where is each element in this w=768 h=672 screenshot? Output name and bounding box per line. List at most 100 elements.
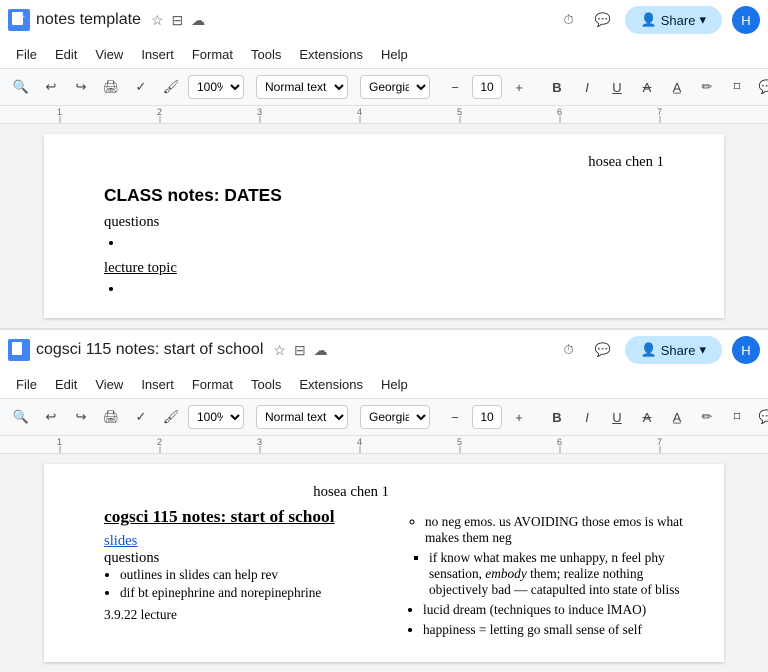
font-size-input-1[interactable] <box>472 75 502 99</box>
doc-area-2: hosea chen 1 cogsci 115 notes: start of … <box>0 454 768 672</box>
menu-edit-2[interactable]: Edit <box>47 373 85 396</box>
font-size-decrease-2[interactable]: − <box>442 404 468 430</box>
doc-icon-2 <box>8 339 30 361</box>
menu-help-1[interactable]: Help <box>373 43 416 66</box>
paint-btn-1[interactable]: 🖌 <box>158 74 184 100</box>
italic-btn-2[interactable]: I <box>574 404 600 430</box>
right-item-2: if know what makes me unhappy, n feel ph… <box>429 550 694 598</box>
style-select-2[interactable]: Normal text <box>256 405 348 429</box>
spell-btn-2[interactable]: ✓ <box>128 404 154 430</box>
print-btn-2[interactable]: 🖨 <box>98 404 124 430</box>
menu-file-1[interactable]: File <box>8 43 45 66</box>
svg-text:1: 1 <box>57 107 62 117</box>
lecture-label-2: 3.9.22 lecture <box>104 607 389 623</box>
right-subbullets: if know what makes me unhappy, n feel ph… <box>409 550 694 598</box>
menu-format-1[interactable]: Format <box>184 43 241 66</box>
strikethrough-btn-2[interactable]: A <box>634 404 660 430</box>
highlight-btn-2[interactable]: A̲ <box>664 404 690 430</box>
comment-icon-2[interactable]: 💬 <box>591 338 615 362</box>
undo-btn-2[interactable]: ↩ <box>38 404 64 430</box>
font-select-1[interactable]: Georgia <box>360 75 430 99</box>
color-btn-1[interactable]: ✏ <box>694 74 720 100</box>
star-icon-1[interactable]: ☆ <box>151 12 164 29</box>
redo-btn-1[interactable]: ↪ <box>68 74 94 100</box>
questions-label-2: questions <box>104 550 389 567</box>
share-button-1[interactable]: 👤 Share ▾ <box>625 6 722 34</box>
slides-link[interactable]: slides <box>104 533 389 550</box>
menu-edit-1[interactable]: Edit <box>47 43 85 66</box>
cloud-icon-1[interactable]: ☁ <box>191 12 205 29</box>
menu-extensions-2[interactable]: Extensions <box>291 373 371 396</box>
history-icon-1[interactable]: ⏱ <box>557 8 581 32</box>
svg-text:3: 3 <box>257 437 262 447</box>
print-btn-1[interactable]: 🖨 <box>98 74 124 100</box>
underline-btn-2[interactable]: U <box>604 404 630 430</box>
link-btn-2[interactable]: ⌑ <box>724 404 750 430</box>
questions-bullets-1 <box>104 235 664 252</box>
spell-btn-1[interactable]: ✓ <box>128 74 154 100</box>
bold-btn-2[interactable]: B <box>544 404 570 430</box>
doc-title-2: cogsci 115 notes: start of school <box>36 341 263 359</box>
avatar-2[interactable]: H <box>732 336 760 364</box>
svg-text:3: 3 <box>257 107 262 117</box>
menu-format-2[interactable]: Format <box>184 373 241 396</box>
share-button-2[interactable]: 👤 Share ▾ <box>625 336 722 364</box>
paint-btn-2[interactable]: 🖌 <box>158 404 184 430</box>
cloud-icon-2[interactable]: ☁ <box>314 342 328 359</box>
menu-view-2[interactable]: View <box>87 373 131 396</box>
left-bullet-1: outlines in slides can help rev <box>120 567 389 583</box>
style-select-1[interactable]: Normal text <box>256 75 348 99</box>
top-right-2: ⏱ 💬 👤 Share ▾ H <box>557 336 760 364</box>
left-bullet-2: dif bt epinephrine and norepinephrine <box>120 585 389 601</box>
doc-area-1: hosea chen 1 CLASS notes: DATES question… <box>0 124 768 328</box>
font-select-2[interactable]: Georgia <box>360 405 430 429</box>
menu-tools-2[interactable]: Tools <box>243 373 289 396</box>
menu-extensions-1[interactable]: Extensions <box>291 43 371 66</box>
font-size-decrease-1[interactable]: − <box>442 74 468 100</box>
title-bar-1: notes template ☆ ⊟ ☁ ⏱ 💬 👤 Share ▾ H <box>0 0 768 40</box>
menu-insert-2[interactable]: Insert <box>133 373 182 396</box>
folder-icon-2[interactable]: ⊟ <box>294 342 306 359</box>
comment-icon-1[interactable]: 💬 <box>591 8 615 32</box>
bold-btn-1[interactable]: B <box>544 74 570 100</box>
title-bar-2: cogsci 115 notes: start of school ☆ ⊟ ☁ … <box>0 330 768 370</box>
redo-btn-2[interactable]: ↪ <box>68 404 94 430</box>
star-icon-2[interactable]: ☆ <box>273 342 286 359</box>
underline-btn-1[interactable]: U <box>604 74 630 100</box>
chevron-down-icon-1: ▾ <box>699 12 706 28</box>
font-size-input-2[interactable] <box>472 405 502 429</box>
svg-text:4: 4 <box>357 107 362 117</box>
folder-icon-1[interactable]: ⊟ <box>172 12 184 29</box>
font-size-increase-2[interactable]: + <box>506 404 532 430</box>
doc-page-2: hosea chen 1 cogsci 115 notes: start of … <box>44 464 724 662</box>
search-btn-2[interactable]: 🔍 <box>8 404 34 430</box>
search-btn-1[interactable]: 🔍 <box>8 74 34 100</box>
zoom-select-1[interactable]: 100% <box>188 75 244 99</box>
svg-text:4: 4 <box>357 437 362 447</box>
avatar-1[interactable]: H <box>732 6 760 34</box>
color-btn-2[interactable]: ✏ <box>694 404 720 430</box>
menu-bar-2: File Edit View Insert Format Tools Exten… <box>0 370 768 398</box>
svg-text:7: 7 <box>657 107 662 117</box>
link-btn-1[interactable]: ⌑ <box>724 74 750 100</box>
menu-view-1[interactable]: View <box>87 43 131 66</box>
strikethrough-btn-1[interactable]: A <box>634 74 660 100</box>
menu-tools-1[interactable]: Tools <box>243 43 289 66</box>
history-icon-2[interactable]: ⏱ <box>557 338 581 362</box>
comment-toolbar-btn-1[interactable]: 💬 <box>754 74 768 100</box>
svg-text:2: 2 <box>157 437 162 447</box>
undo-btn-1[interactable]: ↩ <box>38 74 64 100</box>
toolbar-1: 🔍 ↩ ↪ 🖨 ✓ 🖌 100% Normal text Georgia − +… <box>0 68 768 106</box>
left-bullets: outlines in slides can help rev dif bt e… <box>104 567 389 601</box>
share-icon-2: 👤 <box>641 342 657 358</box>
comment-toolbar-btn-2[interactable]: 💬 <box>754 404 768 430</box>
font-size-increase-1[interactable]: + <box>506 74 532 100</box>
top-right-1: ⏱ 💬 👤 Share ▾ H <box>557 6 760 34</box>
italic-btn-1[interactable]: I <box>574 74 600 100</box>
highlight-btn-1[interactable]: A̲ <box>664 74 690 100</box>
menu-help-2[interactable]: Help <box>373 373 416 396</box>
lecture-bullets-1 <box>104 281 664 298</box>
menu-file-2[interactable]: File <box>8 373 45 396</box>
zoom-select-2[interactable]: 100% <box>188 405 244 429</box>
menu-insert-1[interactable]: Insert <box>133 43 182 66</box>
